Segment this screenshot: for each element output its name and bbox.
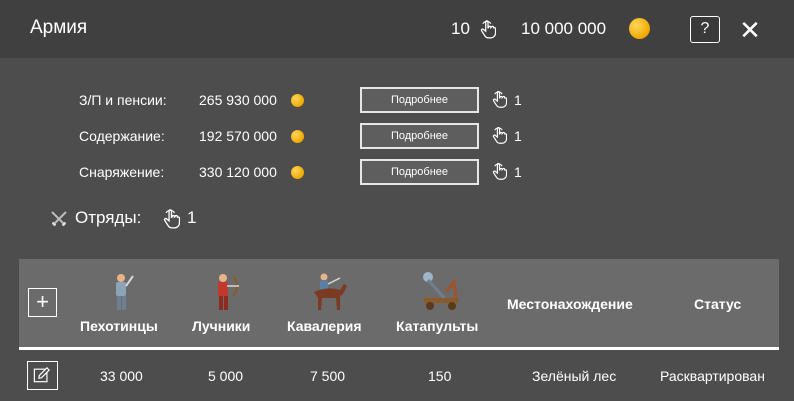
expense-count-salary: 1 (514, 92, 522, 108)
expense-label-equipment: Снаряжение: (79, 164, 165, 180)
gold-coin-icon (291, 130, 304, 143)
details-button-salary[interactable]: Подробнее (360, 87, 479, 113)
details-button-equipment[interactable]: Подробнее (360, 159, 479, 185)
hand-click-icon (492, 163, 507, 180)
add-squad-button[interactable]: + (28, 288, 57, 317)
expense-count-equipment: 1 (514, 164, 522, 180)
window-title: Армия (30, 17, 88, 38)
col-catapults: Катапульты (396, 318, 479, 334)
expense-label-salary: З/П и пенсии: (79, 92, 167, 108)
gold-coin-icon (291, 94, 304, 107)
hand-click-icon (492, 127, 507, 144)
edit-squad-button[interactable] (27, 361, 58, 390)
archer-icon (218, 274, 239, 310)
col-location: Местонахождение (507, 296, 633, 312)
actions-count: 10 (451, 19, 470, 38)
expense-value-salary: 265 930 000 (199, 92, 277, 108)
expense-count-maintenance: 1 (514, 128, 522, 144)
squads-count: 1 (187, 208, 197, 227)
crossed-swords-icon (50, 210, 68, 228)
cell-cavalry: 7 500 (310, 368, 346, 384)
cell-status: Расквартирован (660, 368, 765, 384)
col-infantry: Пехотинцы (80, 318, 158, 334)
close-button[interactable]: ✕ (737, 16, 763, 44)
hand-click-icon (163, 209, 180, 229)
expense-label-maintenance: Содержание: (79, 128, 165, 144)
expense-value-equipment: 330 120 000 (199, 164, 277, 180)
cell-location: Зелёный лес (532, 368, 617, 384)
squads-label: Отряды: (75, 208, 142, 227)
cell-archers: 5 000 (208, 368, 244, 384)
expense-value-maintenance: 192 570 000 (199, 128, 277, 144)
help-button[interactable]: ? (690, 16, 720, 43)
infantry-icon (116, 274, 134, 310)
gold-coin-icon (291, 166, 304, 179)
cell-infantry: 33 000 (100, 368, 143, 384)
col-cavalry: Кавалерия (287, 318, 362, 334)
cell-catapults: 150 (428, 368, 452, 384)
hand-click-icon (492, 91, 507, 108)
col-archers: Лучники (192, 318, 251, 334)
edit-icon (33, 367, 50, 383)
window-header: Армия 10 10 000 000 ? ✕ (0, 0, 794, 58)
col-status: Статус (694, 296, 742, 312)
hand-click-icon (480, 20, 496, 39)
details-button-maintenance[interactable]: Подробнее (360, 123, 479, 149)
gold-amount: 10 000 000 (521, 19, 607, 38)
cavalry-icon (314, 273, 347, 310)
catapult-icon (423, 272, 458, 310)
gold-coin-icon (629, 18, 650, 39)
